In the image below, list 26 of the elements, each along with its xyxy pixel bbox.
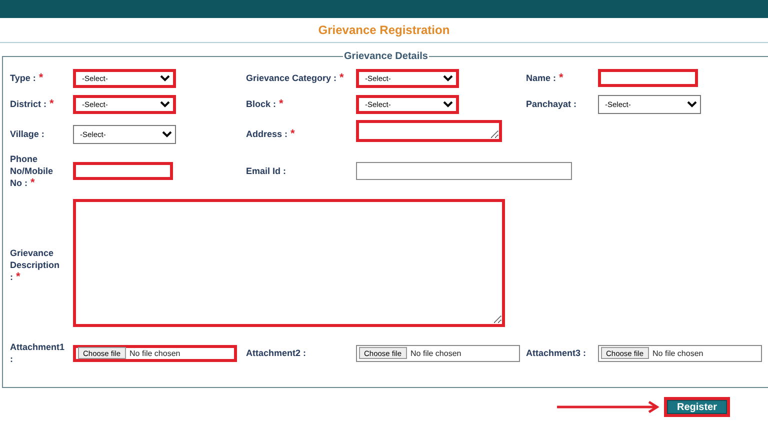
field-label: Block : * [246,98,284,110]
text-field[interactable] [356,162,572,180]
field-label: District : * [10,98,55,110]
text-area[interactable] [356,120,502,142]
text-area[interactable] [73,198,505,326]
page-title: Grievance Registration [318,23,450,37]
section-legend: Grievance Details [343,51,429,62]
field-label: Grievance Description : * [10,247,61,285]
field-label: Panchayat : [526,98,578,110]
text-field[interactable] [598,68,698,87]
field-label: Email Id : [246,165,288,177]
field-label: Attachment1 : [10,341,66,365]
register-button[interactable]: Register [664,397,730,417]
arrow-icon [556,401,660,413]
field-label: Grievance Category : * [246,72,345,84]
file-status: No file chosen [130,348,180,358]
file-status: No file chosen [410,348,462,358]
field-label: Type : * [10,72,44,84]
field-label: Attachment2 : [246,347,308,359]
field-label: Phone No/Mobile No : * [10,153,54,189]
field-label: Attachment3 : [526,347,588,359]
field-label: Address : * [246,128,296,140]
file-status: No file chosen [652,348,704,358]
text-field[interactable] [73,162,173,180]
field-label: Village : [10,128,46,140]
field-label: Name : * [526,72,564,84]
